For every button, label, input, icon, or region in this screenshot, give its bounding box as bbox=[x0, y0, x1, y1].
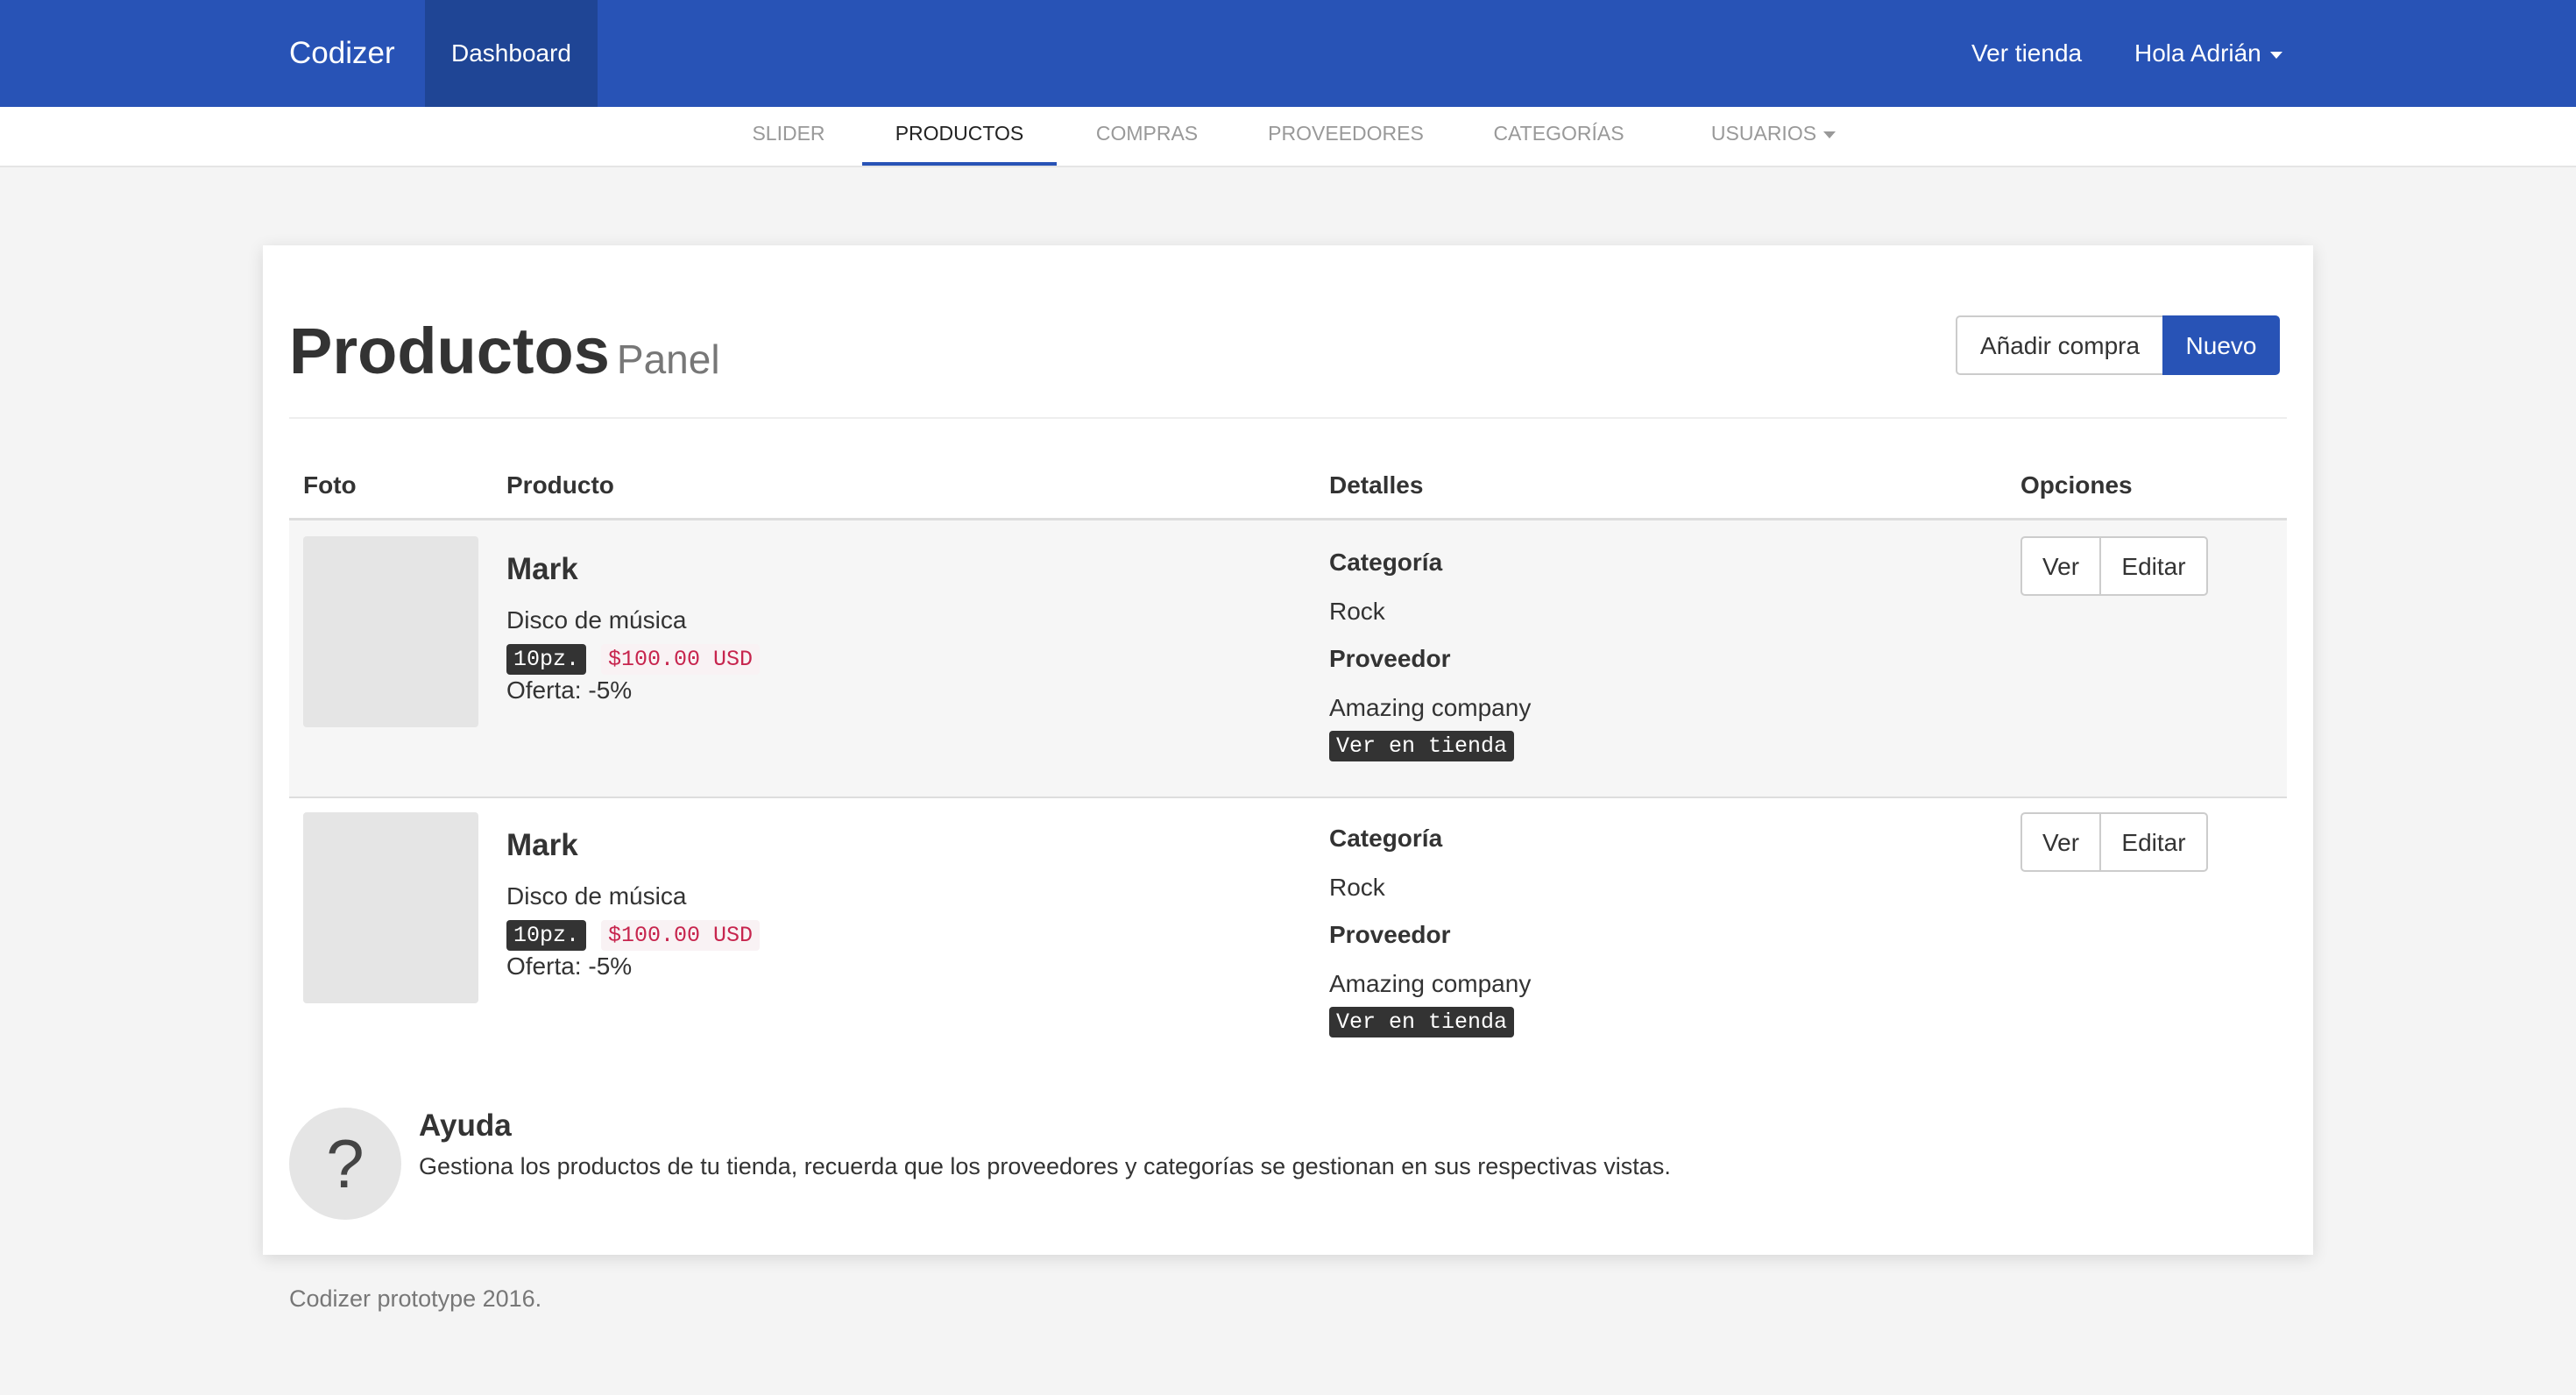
product-description: Disco de música bbox=[506, 882, 687, 910]
price-badge: $100.00 USD bbox=[601, 920, 761, 951]
product-offer: Oferta: -5% bbox=[506, 952, 633, 980]
edit-button[interactable]: Editar bbox=[2099, 812, 2208, 872]
user-greeting: Hola Adrián bbox=[2134, 39, 2261, 67]
stock-badge: 10pz. bbox=[506, 644, 587, 675]
header-photo: Foto bbox=[303, 471, 357, 499]
header-options: Opciones bbox=[2020, 471, 2133, 499]
section-tabs: SLIDER PRODUCTOS COMPRAS PROVEEDORES CAT… bbox=[0, 107, 2576, 167]
table-row: Mark Disco de música 10pz. $100.00 USD O… bbox=[289, 798, 2287, 1075]
nav-dashboard[interactable]: Dashboard bbox=[425, 0, 598, 107]
page-title-text: Productos bbox=[289, 315, 610, 387]
header-details: Detalles bbox=[1329, 471, 1424, 499]
tab-usuarios[interactable]: USUARIOS bbox=[1681, 107, 1866, 166]
product-name: Mark bbox=[506, 828, 578, 862]
supplier-value: Amazing company bbox=[1329, 694, 1532, 721]
view-button[interactable]: Ver bbox=[2020, 812, 2101, 872]
product-name: Mark bbox=[506, 552, 578, 586]
product-photo bbox=[303, 812, 478, 1003]
stock-badge: 10pz. bbox=[506, 920, 587, 951]
category-label: Categoría bbox=[1329, 549, 1443, 576]
product-description: Disco de música bbox=[506, 606, 687, 634]
tab-proveedores[interactable]: PROVEEDORES bbox=[1249, 107, 1442, 166]
tab-usuarios-label: USUARIOS bbox=[1710, 122, 1817, 145]
supplier-label: Proveedor bbox=[1329, 645, 1451, 672]
add-purchase-button[interactable]: Añadir compra bbox=[1956, 315, 2164, 375]
category-value: Rock bbox=[1329, 598, 1385, 625]
page-title: Productos Panel bbox=[289, 314, 720, 388]
products-panel: Productos Panel Añadir compra Nuevo Foto … bbox=[263, 245, 2313, 1255]
tab-compras[interactable]: COMPRAS bbox=[1077, 107, 1217, 166]
category-label: Categoría bbox=[1329, 825, 1443, 852]
footer-text: Codizer prototype 2016. bbox=[289, 1285, 542, 1312]
edit-button[interactable]: Editar bbox=[2099, 536, 2208, 596]
help-text: Gestiona los productos de tu tienda, rec… bbox=[419, 1153, 1671, 1179]
top-navbar: Codizer Dashboard Ver tienda Hola Adrián bbox=[0, 0, 2576, 107]
help-title: Ayuda bbox=[419, 1108, 512, 1143]
chevron-down-icon bbox=[2269, 51, 2282, 59]
supplier-value: Amazing company bbox=[1329, 970, 1532, 997]
brand-logo[interactable]: Codizer bbox=[289, 0, 395, 107]
page-subtitle: Panel bbox=[616, 336, 720, 382]
product-offer: Oferta: -5% bbox=[506, 676, 633, 704]
view-store-link[interactable]: Ver tienda bbox=[1971, 0, 2082, 107]
title-divider bbox=[289, 417, 2287, 419]
tab-slider[interactable]: SLIDER bbox=[734, 107, 843, 166]
view-in-store-link[interactable]: Ver en tienda bbox=[1329, 731, 1515, 761]
supplier-label: Proveedor bbox=[1329, 921, 1451, 948]
product-photo bbox=[303, 536, 478, 727]
category-value: Rock bbox=[1329, 874, 1385, 901]
view-button[interactable]: Ver bbox=[2020, 536, 2101, 596]
tab-productos[interactable]: PRODUCTOS bbox=[862, 107, 1057, 166]
tab-categorias[interactable]: CATEGORÍAS bbox=[1477, 107, 1640, 166]
header-product: Producto bbox=[506, 471, 614, 499]
chevron-down-icon bbox=[1823, 131, 1836, 138]
price-badge: $100.00 USD bbox=[601, 644, 761, 675]
user-menu[interactable]: Hola Adrián bbox=[2134, 0, 2282, 107]
table-row: Mark Disco de música 10pz. $100.00 USD O… bbox=[289, 520, 2287, 797]
help-question-icon: ? bbox=[289, 1108, 401, 1220]
view-in-store-link[interactable]: Ver en tienda bbox=[1329, 1007, 1515, 1037]
new-product-button[interactable]: Nuevo bbox=[2162, 315, 2280, 375]
